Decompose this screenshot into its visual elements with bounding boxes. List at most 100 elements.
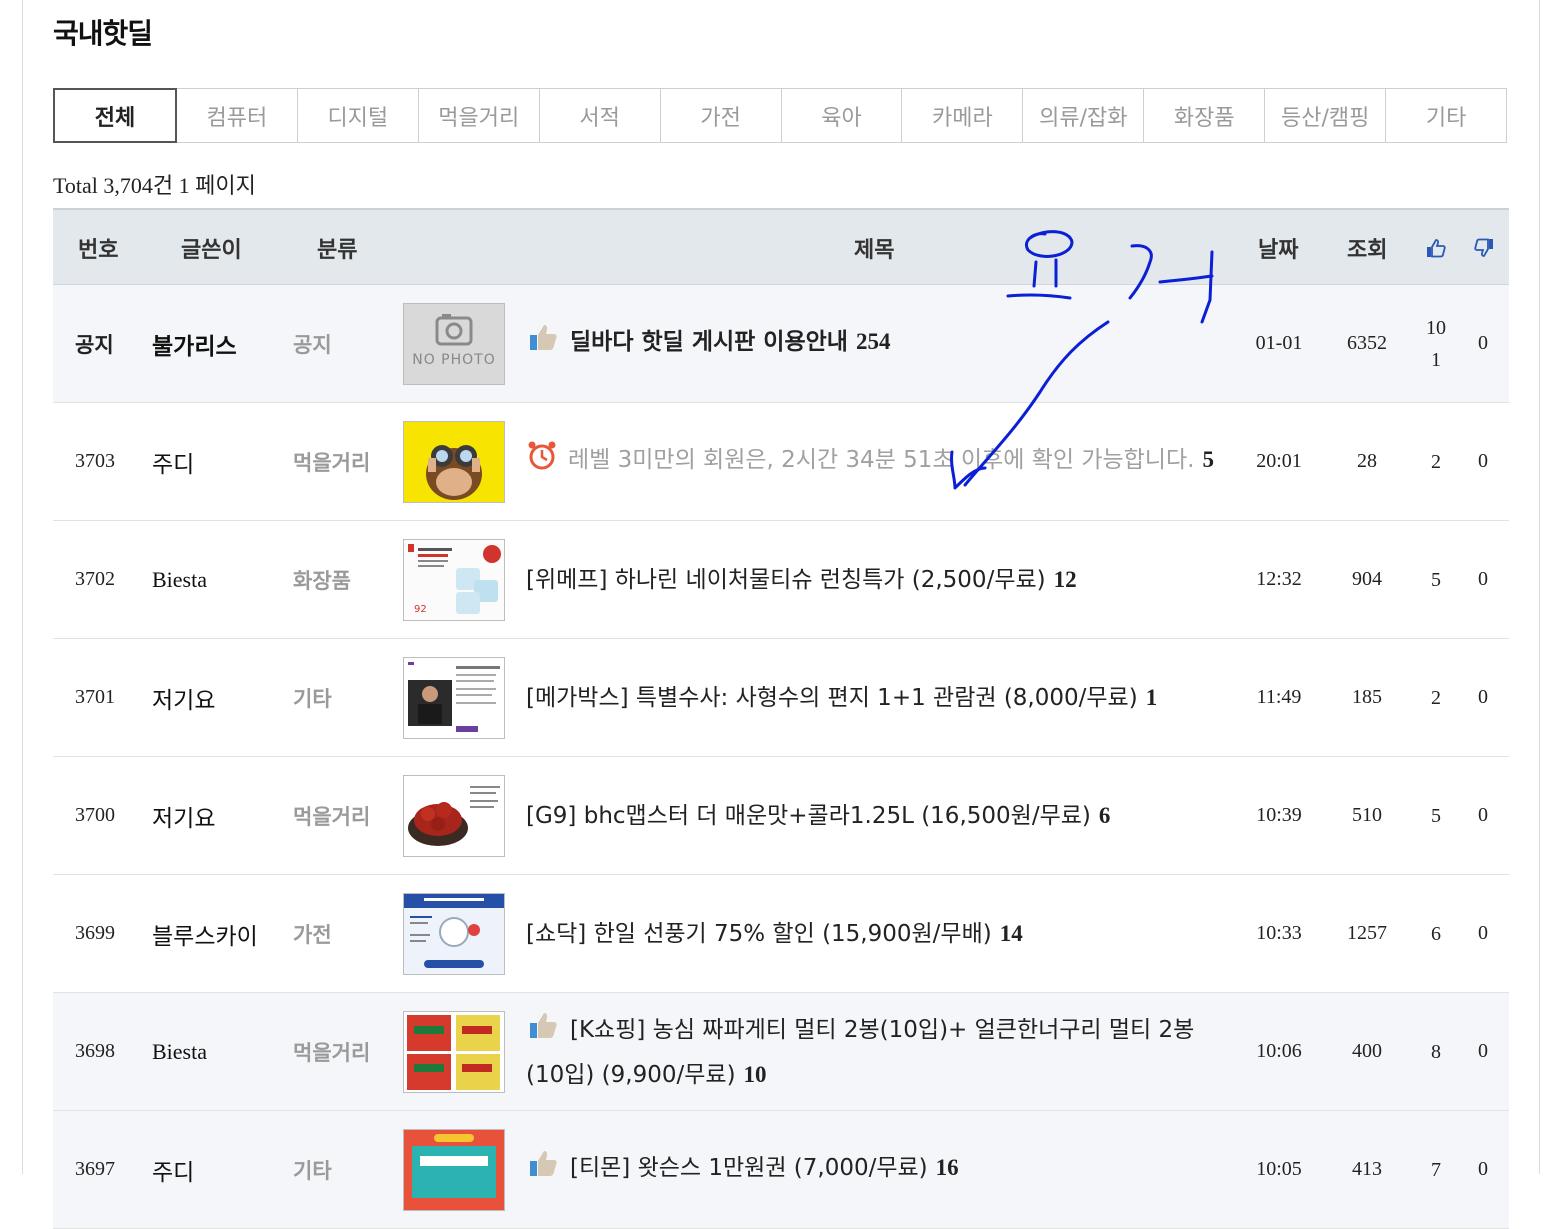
comment-count[interactable]: 5 bbox=[1202, 447, 1214, 472]
row-title[interactable]: 딜바다 핫딜 게시판 이용안내 254 bbox=[526, 285, 1231, 402]
comment-count[interactable]: 6 bbox=[1099, 803, 1111, 828]
row-upvotes: 6 bbox=[1431, 922, 1441, 945]
tab-digital[interactable]: 디지털 bbox=[298, 89, 419, 142]
row-upvotes: 2 bbox=[1431, 450, 1441, 473]
row-title-text[interactable]: [쇼닥] 한일 선풍기 75% 할인 (15,900원/무배) bbox=[526, 921, 992, 947]
row-title[interactable]: [K쇼핑] 농심 짜파게티 멀티 2봉(10입)+ 얼큰한너구리 멀티 2봉(1… bbox=[526, 993, 1231, 1110]
tab-books[interactable]: 서적 bbox=[540, 89, 661, 142]
row-title[interactable]: [티몬] 왓슨스 1만원권 (7,000/무료) 16 bbox=[526, 1111, 1231, 1228]
comment-count[interactable]: 12 bbox=[1054, 567, 1077, 592]
row-category[interactable]: 먹을거리 bbox=[293, 403, 370, 520]
tab-clothing[interactable]: 의류/잡화 bbox=[1023, 89, 1145, 142]
row-writer[interactable]: 불가리스 bbox=[152, 285, 237, 402]
row-downvotes: 0 bbox=[1478, 922, 1488, 944]
row-title[interactable]: [G9] bhc맵스터 더 매운맛+콜라1.25L (16,500원/무료) 6 bbox=[526, 757, 1231, 874]
row-title-text[interactable]: [위메프] 하나린 네이처물티슈 런칭특가 (2,500/무료) bbox=[526, 567, 1046, 593]
row-writer[interactable]: 블루스카이 bbox=[152, 875, 258, 992]
comment-count[interactable]: 254 bbox=[856, 329, 891, 354]
row-thumbnail[interactable] bbox=[403, 775, 505, 857]
row-title-text[interactable]: 레벨 3미만의 회원은, 2시간 34분 51초 이후에 확인 가능합니다. bbox=[568, 447, 1194, 473]
header-date[interactable]: 날짜 bbox=[1258, 210, 1298, 285]
table-row[interactable]: 3700 저기요 먹을거리 [G9] bhc맵스터 더 매운맛+콜라1.25L … bbox=[53, 757, 1509, 875]
row-writer[interactable]: Biesta bbox=[152, 993, 207, 1110]
comment-count[interactable]: 14 bbox=[1000, 921, 1023, 946]
comment-count[interactable]: 10 bbox=[744, 1062, 767, 1087]
row-thumbnail[interactable] bbox=[403, 893, 505, 975]
row-title[interactable]: 레벨 3미만의 회원은, 2시간 34분 51초 이후에 확인 가능합니다. 5 bbox=[526, 403, 1231, 520]
row-thumbnail[interactable] bbox=[403, 657, 505, 739]
tab-computer[interactable]: 컴퓨터 bbox=[177, 89, 298, 142]
row-category[interactable]: 먹을거리 bbox=[293, 993, 370, 1110]
row-category[interactable]: 공지 bbox=[293, 285, 332, 402]
row-upvotes: 5 bbox=[1431, 804, 1441, 827]
row-num: 3700 bbox=[75, 804, 115, 826]
row-downvotes: 0 bbox=[1478, 804, 1488, 826]
row-thumbnail[interactable] bbox=[403, 421, 505, 503]
row-writer[interactable]: 저기요 bbox=[152, 639, 215, 756]
row-title-text[interactable]: 딜바다 핫딜 게시판 이용안내 bbox=[570, 329, 848, 355]
alarm-clock-icon bbox=[526, 439, 558, 484]
row-thumbnail[interactable]: NO PHOTO bbox=[403, 303, 505, 385]
table-row[interactable]: 3699 블루스카이 가전 [쇼닥] 한일 선풍기 75% 할인 (15,900… bbox=[53, 875, 1509, 993]
thumbs-up-icon[interactable] bbox=[1425, 210, 1447, 285]
table-row[interactable]: 3703 주디 먹을거리 레벨 3미만의 회원은, 2시간 34분 51초 이후… bbox=[53, 403, 1509, 521]
table-row[interactable]: 3702 Biesta 화장품 92 [위메프] 하나린 네이처물티슈 런칭특가… bbox=[53, 521, 1509, 639]
tab-camera[interactable]: 카메라 bbox=[902, 89, 1024, 142]
header-category[interactable]: 분류 bbox=[317, 210, 357, 285]
tab-appliances[interactable]: 가전 bbox=[661, 89, 782, 142]
table-row[interactable]: 3701 저기요 기타 [메가박스] 특별수사: 사형수의 편지 1+1 관람권… bbox=[53, 639, 1509, 757]
thumbs-down-icon[interactable] bbox=[1473, 210, 1495, 285]
row-title-text[interactable]: [티몬] 왓슨스 1만원권 (7,000/무료) bbox=[570, 1155, 928, 1181]
row-writer[interactable]: Biesta bbox=[152, 521, 207, 638]
header-views[interactable]: 조회 bbox=[1347, 210, 1387, 285]
row-views: 510 bbox=[1352, 804, 1382, 826]
row-upvotes: 7 bbox=[1431, 1158, 1441, 1181]
tab-food[interactable]: 먹을거리 bbox=[419, 89, 540, 142]
tab-cosmetics[interactable]: 화장품 bbox=[1144, 89, 1266, 142]
row-category[interactable]: 기타 bbox=[293, 1111, 332, 1228]
header-title[interactable]: 제목 bbox=[854, 210, 894, 285]
comment-count[interactable]: 1 bbox=[1146, 685, 1158, 710]
row-date: 11:49 bbox=[1256, 686, 1302, 708]
row-title[interactable]: [쇼닥] 한일 선풍기 75% 할인 (15,900원/무배) 14 bbox=[526, 875, 1231, 992]
row-writer[interactable]: 주디 bbox=[152, 1111, 194, 1228]
row-title-text[interactable]: [메가박스] 특별수사: 사형수의 편지 1+1 관람권 (8,000/무료) bbox=[526, 685, 1138, 711]
tab-camping[interactable]: 등산/캠핑 bbox=[1265, 89, 1387, 142]
row-downvotes: 0 bbox=[1478, 1040, 1488, 1062]
row-title[interactable]: [메가박스] 특별수사: 사형수의 편지 1+1 관람권 (8,000/무료) 1 bbox=[526, 639, 1231, 756]
row-category[interactable]: 먹을거리 bbox=[293, 757, 370, 874]
tab-all[interactable]: 전체 bbox=[53, 88, 177, 143]
row-date: 10:33 bbox=[1256, 922, 1302, 944]
row-views: 28 bbox=[1357, 450, 1377, 472]
row-views: 185 bbox=[1352, 686, 1382, 708]
page-title: 국내핫딜 bbox=[53, 17, 153, 50]
row-category[interactable]: 화장품 bbox=[293, 521, 351, 638]
row-writer[interactable]: 저기요 bbox=[152, 757, 215, 874]
row-title-text[interactable]: [G9] bhc맵스터 더 매운맛+콜라1.25L (16,500원/무료) bbox=[526, 803, 1091, 829]
row-downvotes: 0 bbox=[1478, 450, 1488, 472]
row-thumbnail[interactable]: 92 bbox=[403, 539, 505, 621]
table-row[interactable]: 3698 Biesta 먹을거리 [K쇼핑] 농심 짜파게티 멀티 2봉(10입… bbox=[53, 993, 1509, 1111]
table-row[interactable]: 공지 불가리스 공지 NO PHOTO 딜바다 핫딜 게시판 이용안내 254 0… bbox=[53, 285, 1509, 403]
comment-count[interactable]: 16 bbox=[936, 1155, 959, 1180]
category-tabs: 전체 컴퓨터 디지털 먹을거리 서적 가전 육아 카메라 의류/잡화 화장품 등… bbox=[53, 88, 1507, 143]
header-writer[interactable]: 글쓴이 bbox=[181, 210, 242, 285]
tab-childcare[interactable]: 육아 bbox=[782, 89, 903, 142]
header-num[interactable]: 번호 bbox=[78, 210, 118, 285]
row-downvotes: 0 bbox=[1478, 568, 1488, 590]
row-category[interactable]: 기타 bbox=[293, 639, 332, 756]
row-thumbnail[interactable] bbox=[403, 1011, 505, 1093]
row-date: 10:39 bbox=[1256, 804, 1302, 826]
row-num: 3703 bbox=[75, 450, 115, 472]
row-title-text[interactable]: [K쇼핑] 농심 짜파게티 멀티 2봉(10입)+ 얼큰한너구리 멀티 2봉(1… bbox=[526, 1017, 1194, 1088]
row-num: 3699 bbox=[75, 922, 115, 944]
row-category[interactable]: 가전 bbox=[293, 875, 332, 992]
row-title[interactable]: [위메프] 하나린 네이처물티슈 런칭특가 (2,500/무료) 12 bbox=[526, 521, 1231, 638]
row-upvotes: 8 bbox=[1431, 1040, 1441, 1063]
row-num: 3698 bbox=[75, 1040, 115, 1062]
row-views: 413 bbox=[1352, 1158, 1382, 1180]
tab-etc[interactable]: 기타 bbox=[1386, 89, 1506, 142]
row-thumbnail[interactable] bbox=[403, 1129, 505, 1211]
row-writer[interactable]: 주디 bbox=[152, 403, 194, 520]
table-row[interactable]: 3697 주디 기타 [티몬] 왓슨스 1만원권 (7,000/무료) 16 10… bbox=[53, 1111, 1509, 1229]
